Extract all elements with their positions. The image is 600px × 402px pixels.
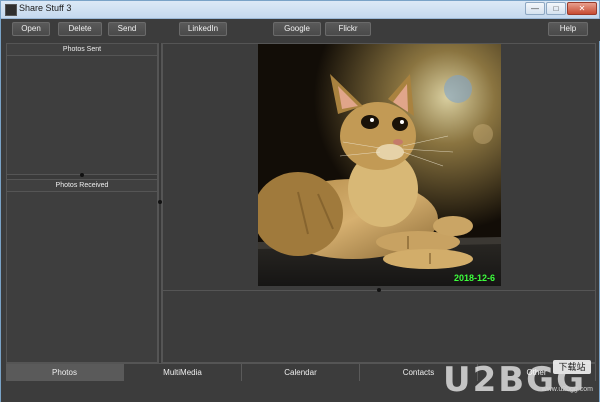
photos-received-header: Photos Received [7,180,157,192]
title-bar[interactable]: Share Stuff 3 — □ ✕ [1,1,599,19]
tab-calendar[interactable]: Calendar [242,364,360,381]
app-icon [5,4,17,16]
cat-photo: 2018-12-6 [258,44,501,286]
open-button[interactable]: Open [12,22,50,36]
preview-splitter-handle[interactable] [163,288,595,294]
tab-photos[interactable]: Photos [6,364,124,381]
cat-photo-image [258,44,501,286]
preview-pane: 2018-12-6 [162,43,596,363]
maximize-icon[interactable]: □ [546,2,566,15]
left-column: Photos Sent Photos Received [6,43,158,363]
window-controls: — □ ✕ [524,2,597,15]
help-button[interactable]: Help [548,22,588,36]
watermark-stamp: 下载站 [553,360,591,374]
photos-sent-list[interactable] [7,56,157,174]
delete-button[interactable]: Delete [58,22,102,36]
photo-preview-area: 2018-12-6 [163,44,595,290]
watermark-logo: U2BGG 下载站 www.u2bgg.com [443,356,593,400]
left-splitter-handle[interactable] [7,173,157,180]
splitter-grip-icon [80,173,84,177]
window-title: Share Stuff 3 [19,3,72,13]
photos-received-list[interactable] [7,192,157,362]
splitter-grip-icon [377,288,381,292]
minimize-icon[interactable]: — [525,2,545,15]
watermark-url: www.u2bgg.com [541,386,593,393]
google-button[interactable]: Google [273,22,321,36]
close-icon[interactable]: ✕ [567,2,597,15]
app-window: Share Stuff 3 — □ ✕ Open Delete Send Lin… [0,0,600,402]
tab-multimedia[interactable]: MultiMedia [124,364,242,381]
photo-date-stamp: 2018-12-6 [453,273,495,283]
send-button[interactable]: Send [108,22,146,36]
flickr-button[interactable]: Flickr [325,22,371,36]
toolbar: Open Delete Send LinkedIn Google Flickr … [2,19,600,41]
linkedin-button[interactable]: LinkedIn [179,22,227,36]
photos-sent-header: Photos Sent [7,44,157,56]
